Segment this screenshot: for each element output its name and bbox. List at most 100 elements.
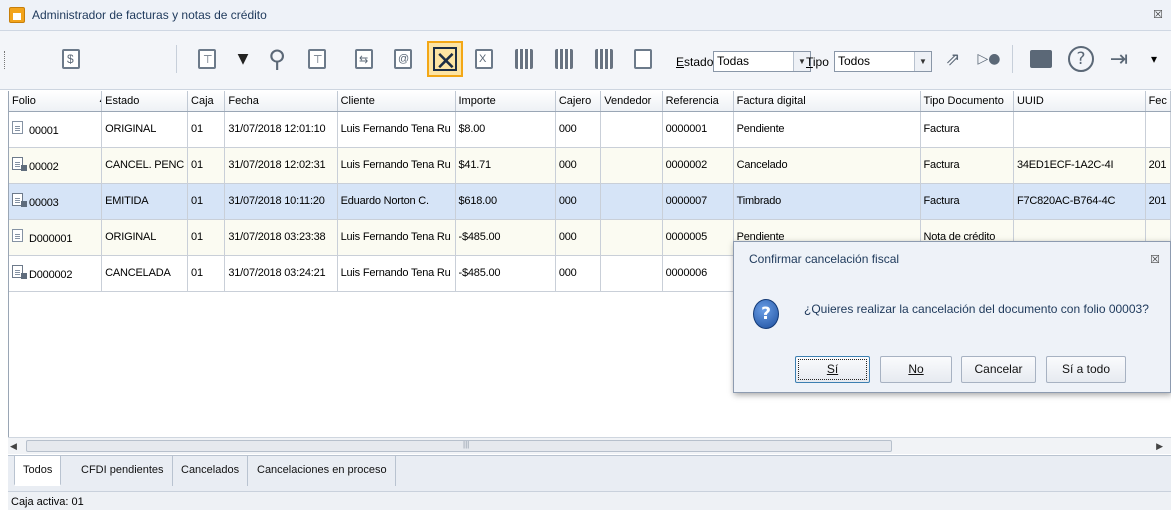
- folio-text: 00001: [29, 125, 59, 137]
- col-vendedor[interactable]: Vendedor: [600, 91, 663, 112]
- cell-estado: CANCEL. PENC: [101, 147, 189, 184]
- cell-referencia: 0000005: [662, 219, 734, 256]
- cell-uuid: 34ED1ECF-1A2C-4I: [1013, 147, 1146, 184]
- yes-to-all-button[interactable]: Sí a todo: [1046, 356, 1126, 383]
- col-caja[interactable]: Caja: [187, 91, 226, 112]
- cell-tipo: Factura: [920, 147, 1014, 184]
- cell-folio: D000002: [9, 255, 103, 292]
- tipo-select[interactable]: Todos ▼: [834, 51, 932, 72]
- cell-vendedor: [600, 255, 663, 292]
- cell-caja: 01: [187, 147, 226, 184]
- filter-dropdown-icon[interactable]: ▼: [224, 39, 262, 79]
- tab-cancelaciones-en-proceso[interactable]: Cancelaciones en proceso: [249, 456, 396, 486]
- cell-uuid: F7C820AC-B764-4C: [1013, 183, 1146, 220]
- cell-fecha: 31/07/2018 03:23:38: [224, 219, 338, 256]
- cell-cliente: Luis Fernando Tena Ru: [337, 111, 456, 148]
- folio-text: D000002: [29, 269, 73, 281]
- estado-select[interactable]: Todas ▼: [713, 51, 811, 72]
- email-icon[interactable]: @: [384, 39, 422, 79]
- cell-importe: $618.00: [455, 183, 556, 220]
- col-fec[interactable]: Fec: [1145, 91, 1171, 112]
- exit-icon[interactable]: ⇥: [1100, 39, 1138, 79]
- question-icon: ?: [753, 299, 779, 329]
- help-icon[interactable]: ?: [1062, 39, 1100, 79]
- window-titlebar: Administrador de facturas y notas de cré…: [0, 0, 1171, 31]
- scrollbar-thumb[interactable]: |||: [26, 440, 892, 452]
- cell-fec: 201: [1145, 147, 1171, 184]
- export-document-icon[interactable]: ▷●: [970, 39, 1008, 79]
- cancel-button[interactable]: Cancelar: [961, 356, 1036, 383]
- col-fecha[interactable]: Fecha: [224, 91, 338, 112]
- folio-text: 00003: [29, 197, 59, 209]
- col-estado[interactable]: Estado: [101, 91, 189, 112]
- filter-clear-icon[interactable]: ⊤: [298, 39, 336, 79]
- chevron-down-icon[interactable]: ▼: [914, 52, 931, 71]
- col-tipo-documento[interactable]: Tipo Documento: [920, 91, 1014, 112]
- tab-todos[interactable]: Todos: [14, 456, 62, 486]
- excel-export-icon[interactable]: X: [465, 39, 503, 79]
- horizontal-scrollbar[interactable]: ◀ ||| ▶: [8, 437, 1171, 454]
- invoice-list-icon[interactable]: [132, 39, 170, 162]
- cell-tipo: Factura: [920, 183, 1014, 220]
- filter-icon[interactable]: ⊤: [188, 39, 226, 79]
- cell-cajero: 000: [555, 183, 602, 220]
- qr-cancel-icon[interactable]: [585, 39, 623, 79]
- toolbar-grip[interactable]: [4, 51, 7, 69]
- cell-caja: 01: [187, 111, 226, 148]
- cell-factura-digital: Timbrado: [733, 183, 921, 220]
- window-close-button[interactable]: ☒: [1153, 8, 1163, 21]
- transfer-icon[interactable]: ⇆: [345, 39, 383, 79]
- dialog-title: Confirmar cancelación fiscal: [749, 252, 900, 266]
- cell-caja: 01: [187, 219, 226, 256]
- col-factura-digital[interactable]: Factura digital: [733, 91, 921, 112]
- cell-fecha: 31/07/2018 12:02:31: [224, 147, 338, 184]
- yes-button[interactable]: Sí: [795, 356, 870, 383]
- search-icon[interactable]: ⚲: [258, 39, 296, 79]
- document-export-icon[interactable]: [624, 39, 662, 79]
- cell-estado: CANCELADA: [101, 255, 189, 292]
- toolbar-separator: [176, 45, 177, 73]
- col-folio[interactable]: Folio▲: [9, 91, 103, 112]
- table-row[interactable]: 00003 EMITIDA 01 31/07/2018 10:11:20 Eduardo…: [9, 183, 1171, 220]
- printer-icon[interactable]: [1022, 39, 1060, 79]
- sort-up-icon: ▲: [98, 95, 101, 104]
- col-uuid[interactable]: UUID: [1013, 91, 1146, 112]
- cell-cliente: Luis Fernando Tena Ru: [337, 147, 456, 184]
- payment-icon[interactable]: $: [52, 39, 90, 79]
- cell-referencia: 0000002: [662, 147, 734, 184]
- tab-cancelados[interactable]: Cancelados: [173, 456, 249, 486]
- col-referencia[interactable]: Referencia: [662, 91, 734, 112]
- stamped-document-icon: [12, 193, 27, 207]
- cancel-document-icon: ✕: [433, 47, 457, 77]
- toolbar-overflow-button[interactable]: ▾: [1140, 39, 1168, 79]
- cell-cliente: Luis Fernando Tena Ru: [337, 255, 456, 292]
- table-row[interactable]: 00002 CANCEL. PENC 01 31/07/2018 12:02:31 Lu…: [9, 147, 1171, 184]
- scroll-left-icon[interactable]: ◀: [10, 441, 17, 452]
- col-cliente[interactable]: Cliente: [337, 91, 456, 112]
- col-cajero[interactable]: Cajero: [555, 91, 602, 112]
- cell-factura-digital: Cancelado: [733, 147, 921, 184]
- new-invoice-icon[interactable]: [12, 39, 50, 162]
- export-arrow-icon[interactable]: ⇗: [934, 39, 972, 79]
- cell-estado: ORIGINAL: [101, 111, 189, 148]
- cell-vendedor: [600, 111, 663, 148]
- cell-vendedor: [600, 219, 663, 256]
- no-button[interactable]: No: [880, 356, 952, 383]
- invoice-search-icon[interactable]: [92, 39, 130, 162]
- cell-importe: -$485.00: [455, 255, 556, 292]
- cell-vendedor: [600, 147, 663, 184]
- scroll-right-icon[interactable]: ▶: [1156, 441, 1163, 452]
- col-importe[interactable]: Importe: [455, 91, 556, 112]
- cell-caja: 01: [187, 183, 226, 220]
- table-row[interactable]: 00001 ORIGINAL 01 31/07/2018 12:01:10 Luis F…: [9, 111, 1171, 148]
- qr-search-icon[interactable]: [505, 39, 543, 79]
- cell-cajero: 000: [555, 219, 602, 256]
- toolbar-separator: [1012, 45, 1013, 73]
- cancel-document-button[interactable]: ✕: [427, 41, 463, 77]
- status-bar: Caja activa: 01: [8, 491, 1171, 510]
- cell-fecha: 31/07/2018 12:01:10: [224, 111, 338, 148]
- qr-icon[interactable]: [545, 39, 583, 79]
- grip-icon: |||: [463, 440, 470, 449]
- dialog-close-button[interactable]: ☒: [1150, 253, 1160, 266]
- tab-cfdi-pendientes[interactable]: CFDI pendientes: [73, 456, 173, 486]
